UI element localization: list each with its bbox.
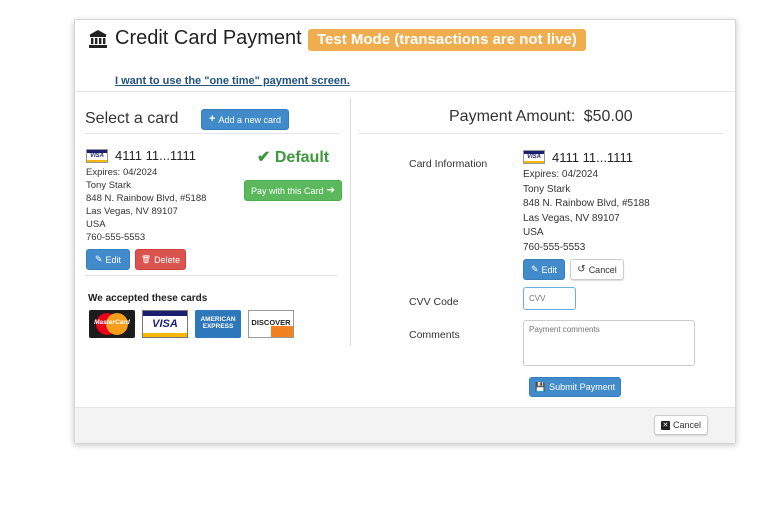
submit-payment-label: Submit Payment <box>549 382 616 392</box>
discover-logo: DISCOVER <box>248 310 294 338</box>
card-number: 4111 11...1111 <box>115 148 196 163</box>
payment-amount-label: Payment Amount: <box>449 108 576 125</box>
cvv-label: CVV Code <box>409 296 459 308</box>
accepted-cards-title: We accepted these cards <box>88 293 208 304</box>
undo-icon: ↺ <box>577 264 586 275</box>
footer-cancel-button[interactable]: ✕ Cancel <box>654 415 708 435</box>
card-address-line1: 848 N. Rainbow Blvd, #5188 <box>86 193 207 204</box>
card-phone: 760-555-5553 <box>86 232 146 243</box>
card-address-line2: Las Vegas, NV 89107 <box>523 212 620 224</box>
mastercard-logo: MasterCard <box>89 310 135 338</box>
pay-with-card-label: Pay with this Card <box>251 185 324 196</box>
cvv-input[interactable] <box>523 287 576 310</box>
visa-logo: VISA <box>142 310 188 338</box>
card-phone: 760-555-5553 <box>523 241 586 253</box>
payment-amount: Payment Amount: $50.00 <box>449 108 633 126</box>
payment-amount-value: $50.00 <box>583 108 633 125</box>
selected-card-number: 4111 11...1111 <box>552 150 633 165</box>
submit-payment-button[interactable]: 💾 Submit Payment <box>529 377 621 397</box>
card-information-label: Card Information <box>409 158 488 170</box>
add-card-button[interactable]: + Add a new card <box>201 109 289 130</box>
card-expires: Expires: 04/2024 <box>523 169 599 180</box>
delete-card-button[interactable]: 🗑 Delete <box>135 249 186 270</box>
card-address-line2: Las Vegas, NV 89107 <box>86 206 178 217</box>
test-mode-badge: Test Mode (transactions are not live) <box>308 29 586 51</box>
arrow-right-icon: ➔ <box>326 185 335 196</box>
modal-title: Credit Card Payment <box>115 27 302 49</box>
selected-card-details: Expires: 04/2024 Tony Stark 848 N. Rainb… <box>523 168 650 256</box>
visa-card-icon: VISA <box>523 150 545 164</box>
close-icon: ✕ <box>660 420 670 430</box>
divider <box>85 133 340 134</box>
comments-textarea[interactable] <box>523 320 695 366</box>
default-label: Default <box>274 149 330 166</box>
modal-header: Credit Card Payment Test Mode (transacti… <box>75 20 735 92</box>
cancel-label: Cancel <box>588 264 617 275</box>
comments-label: Comments <box>409 329 460 341</box>
pay-with-card-button[interactable]: Pay with this Card ➔ <box>244 180 342 201</box>
check-icon: ✔ <box>257 149 271 166</box>
edit-card-button[interactable]: ✎ Edit <box>86 249 130 270</box>
delete-label: Delete <box>154 254 181 265</box>
card-details: Expires: 04/2024 Tony Stark 848 N. Rainb… <box>86 166 206 244</box>
card-country: USA <box>523 227 544 239</box>
payment-modal: Credit Card Payment Test Mode (transacti… <box>74 19 736 443</box>
footer-cancel-label: Cancel <box>672 420 701 430</box>
amex-logo: AMERICAN EXPRESS <box>195 310 241 338</box>
modal-footer: ✕ Cancel <box>75 407 735 443</box>
save-icon: 💾 <box>534 381 547 392</box>
trash-icon: 🗑 <box>140 255 152 264</box>
column-divider <box>350 98 351 346</box>
divider <box>358 133 723 134</box>
select-card-title: Select a card <box>85 110 179 127</box>
card-country: USA <box>86 219 106 230</box>
card-holder-name: Tony Stark <box>86 180 131 191</box>
card-address-line1: 848 N. Rainbow Blvd, #5188 <box>523 198 650 210</box>
plus-icon: + <box>209 113 216 125</box>
bank-icon <box>88 29 108 49</box>
edit-label: Edit <box>105 254 122 265</box>
edit-icon: ✎ <box>94 254 103 264</box>
cancel-edit-button[interactable]: ↺ Cancel <box>570 259 624 280</box>
card-holder-name: Tony Stark <box>523 183 571 195</box>
edit-selected-card-button[interactable]: ✎ Edit <box>523 259 565 280</box>
edit-icon: ✎ <box>530 264 539 274</box>
card-expires: Expires: 04/2024 <box>86 167 158 178</box>
edit-label: Edit <box>541 264 558 275</box>
one-time-payment-link[interactable]: I want to use the "one time" payment scr… <box>115 75 350 87</box>
default-badge: ✔ Default <box>257 147 329 167</box>
divider <box>85 275 338 276</box>
add-card-label: Add a new card <box>218 114 281 125</box>
visa-card-icon: VISA <box>86 149 108 163</box>
